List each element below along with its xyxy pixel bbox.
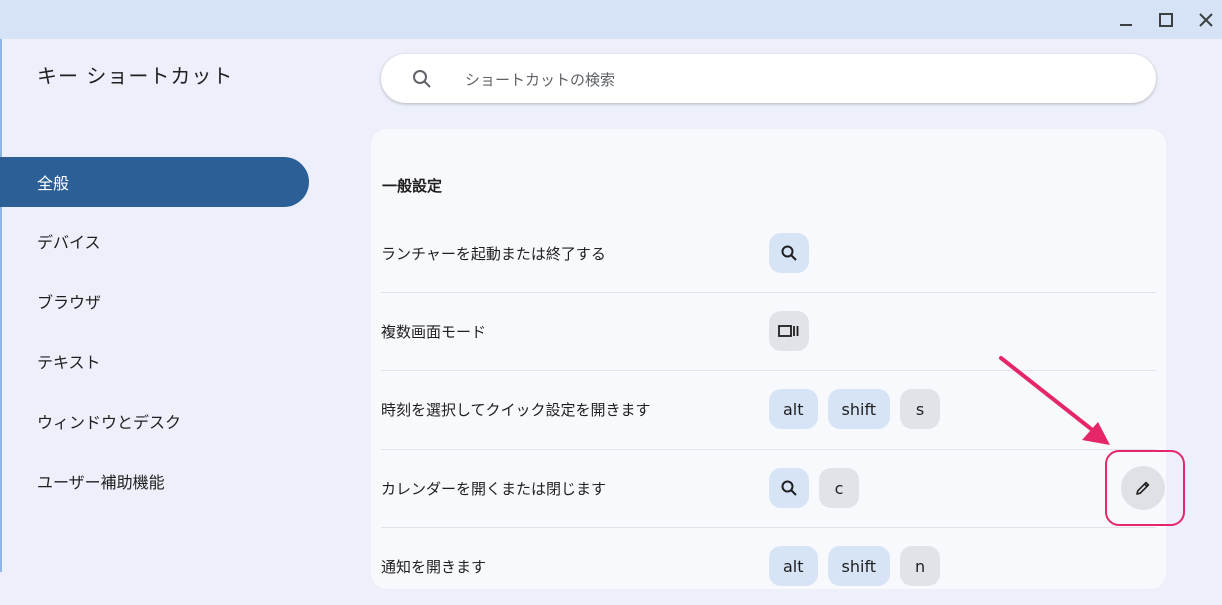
key-combo: alt shift n bbox=[769, 546, 941, 586]
minimize-icon bbox=[1120, 24, 1132, 26]
search-icon bbox=[781, 245, 797, 261]
key-n: n bbox=[900, 546, 941, 586]
key-combo bbox=[769, 311, 809, 351]
key-combo: alt shift s bbox=[769, 389, 941, 429]
maximize-icon bbox=[1159, 13, 1173, 27]
sidebar-item-general[interactable]: 全般 bbox=[0, 157, 309, 207]
search-icon bbox=[413, 70, 431, 88]
section-title: 一般設定 bbox=[382, 177, 443, 195]
annotation-highlight-box bbox=[1105, 450, 1185, 526]
shortcut-label: 時刻を選択してクイック設定を開きます bbox=[381, 400, 651, 419]
key-combo bbox=[769, 233, 809, 273]
shortcut-row[interactable]: 通知を開きます alt shift n bbox=[381, 527, 1156, 605]
sidebar-item-text[interactable]: テキスト bbox=[0, 336, 309, 386]
close-icon bbox=[1199, 13, 1213, 27]
shortcut-label: 複数画面モード bbox=[381, 322, 487, 341]
app-title: キー ショートカット bbox=[37, 64, 234, 88]
key-alt: alt bbox=[769, 389, 818, 429]
sidebar-item-devices[interactable]: デバイス bbox=[0, 216, 309, 266]
key-search bbox=[769, 468, 809, 508]
title-bar bbox=[0, 0, 1222, 39]
key-combo: c bbox=[769, 468, 859, 508]
shortcut-label: 通知を開きます bbox=[381, 557, 487, 576]
minimize-button[interactable] bbox=[1114, 8, 1138, 32]
key-c: c bbox=[819, 468, 859, 508]
sidebar-item-browser[interactable]: ブラウザ bbox=[0, 276, 309, 326]
shortcut-label: ランチャーを起動または終了する bbox=[381, 244, 606, 263]
key-search bbox=[769, 233, 809, 273]
key-overview bbox=[769, 311, 809, 351]
shortcut-label: カレンダーを開くまたは閉じます bbox=[381, 479, 607, 498]
shortcut-row[interactable]: カレンダーを開くまたは閉じます c bbox=[381, 449, 1156, 527]
sidebar-item-windows-desks[interactable]: ウィンドウとデスク bbox=[0, 396, 309, 446]
key-shift: shift bbox=[827, 546, 891, 586]
search-icon bbox=[781, 480, 797, 496]
key-shift: shift bbox=[827, 389, 891, 429]
sidebar-item-accessibility[interactable]: ユーザー補助機能 bbox=[0, 456, 309, 506]
overview-icon bbox=[778, 325, 799, 337]
maximize-button[interactable] bbox=[1154, 8, 1178, 32]
shortcut-row[interactable]: ランチャーを起動または終了する bbox=[381, 214, 1156, 292]
key-alt: alt bbox=[769, 546, 818, 586]
key-s: s bbox=[900, 389, 941, 429]
search-input[interactable] bbox=[463, 54, 1117, 105]
search-bar[interactable] bbox=[381, 54, 1156, 105]
annotation-arrow-icon bbox=[999, 356, 1110, 445]
close-button[interactable] bbox=[1194, 8, 1218, 32]
